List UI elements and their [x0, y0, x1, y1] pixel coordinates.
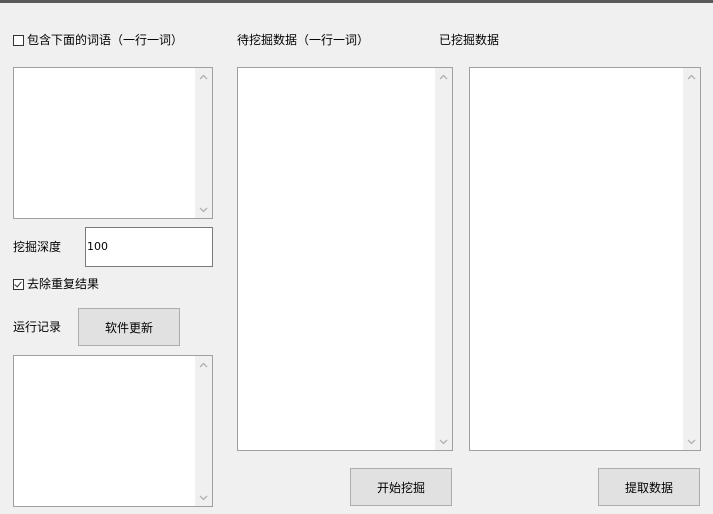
chevron-down-icon[interactable] [195, 201, 212, 218]
log-label: 运行记录 [13, 320, 62, 334]
update-button[interactable]: 软件更新 [78, 308, 180, 346]
chevron-up-icon[interactable] [435, 68, 452, 85]
dedupe-checkbox-box[interactable] [13, 278, 24, 290]
depth-label: 挖掘深度 [13, 240, 62, 254]
chevron-down-icon[interactable] [195, 489, 212, 506]
dedupe-checkbox[interactable]: 去除重复结果 [13, 276, 99, 292]
pending-data-textarea[interactable] [237, 67, 453, 451]
include-words-scrollbar[interactable] [195, 68, 212, 218]
pending-data-scrollbar[interactable] [435, 68, 452, 450]
pending-data-title: 待挖掘数据（一行一词） [237, 33, 370, 47]
mined-data-textarea[interactable] [469, 67, 701, 451]
chevron-down-icon[interactable] [683, 433, 700, 450]
chevron-down-icon[interactable] [435, 433, 452, 450]
include-words-checkbox[interactable]: 包含下面的词语（一行一词） [13, 32, 183, 48]
include-words-label: 包含下面的词语（一行一词） [27, 33, 184, 47]
dedupe-label: 去除重复结果 [27, 277, 100, 291]
mined-data-scrollbar[interactable] [683, 68, 700, 450]
log-scrollbar[interactable] [195, 356, 212, 506]
chevron-up-icon[interactable] [195, 356, 212, 373]
include-words-textarea[interactable] [13, 67, 213, 219]
start-mining-button[interactable]: 开始挖掘 [350, 468, 452, 506]
chevron-up-icon[interactable] [195, 68, 212, 85]
chevron-up-icon[interactable] [683, 68, 700, 85]
window-top-border [0, 0, 713, 3]
log-textarea[interactable] [13, 355, 213, 507]
mined-data-title: 已挖掘数据 [439, 33, 500, 47]
include-words-checkbox-box[interactable] [13, 34, 24, 46]
depth-input[interactable]: 100 [85, 227, 213, 267]
extract-data-button[interactable]: 提取数据 [598, 468, 700, 506]
